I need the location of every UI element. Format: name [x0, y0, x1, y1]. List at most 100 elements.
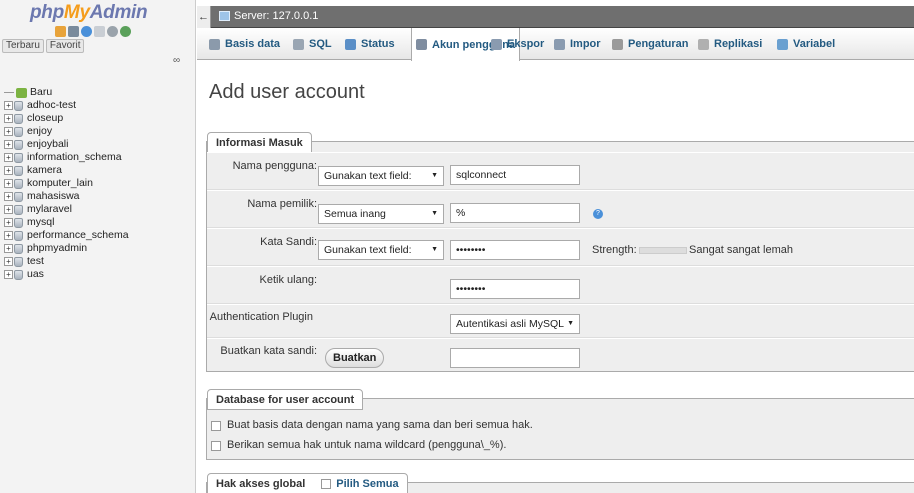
auth-plugin-select[interactable]: Autentikasi asli MySQL ▼: [450, 314, 580, 334]
tree-item-mahasiswa[interactable]: + mahasiswa: [4, 190, 129, 203]
tree-item-label[interactable]: closeup: [27, 112, 63, 125]
tree-item-information_schema[interactable]: + information_schema: [4, 151, 129, 164]
create-database-label[interactable]: Buat basis data dengan nama yang sama da…: [227, 419, 533, 431]
export-icon: [491, 38, 502, 50]
phpmyadmin-logo[interactable]: phpMyAdmin: [30, 2, 148, 24]
tab-label: Replikasi: [714, 38, 763, 50]
status-icon: [345, 38, 356, 50]
navigation-sidebar: phpMyAdmin Terbaru Favorit ∞ Baru + adhoc…: [0, 0, 196, 493]
auth-plugin-row: Authentication Plugin Autentikasi asli M…: [207, 304, 914, 338]
tree-item-komputer_lain[interactable]: + komputer_lain: [4, 177, 129, 190]
tab-replikasi[interactable]: Replikasi: [694, 28, 766, 60]
database-icon: [14, 269, 23, 280]
expand-icon[interactable]: +: [4, 205, 13, 214]
expand-icon[interactable]: +: [4, 257, 13, 266]
help-icon[interactable]: ?: [593, 209, 603, 219]
tree-item-phpmyadmin[interactable]: + phpmyadmin: [4, 242, 129, 255]
tab-recent[interactable]: Terbaru: [2, 39, 44, 53]
username-type-select[interactable]: Gunakan text field: ▼: [318, 166, 444, 186]
reload-icon[interactable]: [120, 26, 131, 37]
expand-icon[interactable]: +: [4, 244, 13, 253]
expand-icon[interactable]: +: [4, 179, 13, 188]
logout-icon[interactable]: [68, 26, 79, 37]
home-icon[interactable]: [55, 26, 66, 37]
generated-password-input[interactable]: [450, 348, 580, 368]
password-input[interactable]: ••••••••: [450, 240, 580, 260]
tree-item-label[interactable]: kamera: [27, 164, 62, 177]
expand-icon[interactable]: +: [4, 114, 13, 123]
expand-icon[interactable]: +: [4, 127, 13, 136]
generate-password-button[interactable]: Buatkan: [325, 348, 385, 368]
tree-item-label[interactable]: uas: [27, 268, 44, 281]
strength-meter: [639, 247, 687, 254]
database-icon: [14, 256, 23, 267]
server-breadcrumb[interactable]: Server: 127.0.0.1: [219, 10, 318, 22]
tree-item-label[interactable]: mahasiswa: [27, 190, 80, 203]
tab-status[interactable]: Status: [341, 28, 399, 60]
wildcard-privileges-label[interactable]: Berikan semua hak untuk nama wildcard (p…: [227, 439, 506, 451]
tree-item-label[interactable]: performance_schema: [27, 229, 129, 242]
tree-line: [4, 92, 14, 93]
tab-label: Status: [361, 38, 395, 50]
tab-variabel[interactable]: Variabel: [773, 28, 839, 60]
new-database-icon: [16, 87, 27, 98]
docs-icon[interactable]: [94, 26, 105, 37]
tree-item-kamera[interactable]: + kamera: [4, 164, 129, 177]
host-input[interactable]: %: [450, 203, 580, 223]
tab-sql[interactable]: SQL: [289, 28, 336, 60]
link-icon[interactable]: ∞: [173, 55, 180, 66]
tree-item-adhoc-test[interactable]: + adhoc-test: [4, 99, 129, 112]
main-content: Add user account Informasi Masuk Nama pe…: [197, 61, 914, 493]
tree-item-label[interactable]: mysql: [27, 216, 54, 229]
select-all-checkbox[interactable]: [321, 478, 332, 489]
password-type-select[interactable]: Gunakan text field: ▼: [318, 240, 444, 260]
username-row: Nama pengguna: Gunakan text field: ▼ sqlc…: [207, 152, 914, 190]
tab-label: SQL: [309, 38, 332, 50]
select-all[interactable]: Pilih Semua: [321, 474, 399, 493]
retype-password-input[interactable]: ••••••••: [450, 279, 580, 299]
tree-item-enjoy[interactable]: + enjoy: [4, 125, 129, 138]
host-select[interactable]: Semua inang ▼: [318, 204, 444, 224]
tree-item-label[interactable]: adhoc-test: [27, 99, 76, 112]
tab-favorite[interactable]: Favorit: [45, 39, 85, 53]
settings-icon[interactable]: [107, 26, 118, 37]
expand-icon[interactable]: +: [4, 218, 13, 227]
tree-item-label[interactable]: mylaravel: [27, 203, 72, 216]
quick-icons: [55, 26, 131, 37]
select-all-label[interactable]: Pilih Semua: [336, 474, 398, 493]
tree-item-label[interactable]: phpmyadmin: [27, 242, 87, 255]
tab-pengaturan[interactable]: Pengaturan: [608, 28, 693, 60]
expand-icon[interactable]: +: [4, 166, 13, 175]
expand-icon[interactable]: +: [4, 101, 13, 110]
wildcard-privileges-checkbox[interactable]: [211, 441, 221, 451]
collapse-sidebar-button[interactable]: ←: [197, 6, 211, 28]
tree-item-uas[interactable]: + uas: [4, 268, 129, 281]
create-database-checkbox[interactable]: [211, 421, 221, 431]
expand-icon[interactable]: +: [4, 270, 13, 279]
tree-item-mylaravel[interactable]: + mylaravel: [4, 203, 129, 216]
tab-basis-data[interactable]: Basis data: [205, 28, 284, 60]
expand-icon[interactable]: +: [4, 153, 13, 162]
expand-icon[interactable]: +: [4, 140, 13, 149]
database-icon: [14, 243, 23, 254]
tree-item-label[interactable]: test: [27, 255, 44, 268]
expand-icon[interactable]: +: [4, 231, 13, 240]
tab-impor[interactable]: Impor: [550, 28, 605, 60]
tree-item-closeup[interactable]: + closeup: [4, 112, 129, 125]
tree-item-performance_schema[interactable]: + performance_schema: [4, 229, 129, 242]
expand-icon[interactable]: +: [4, 192, 13, 201]
tree-item-label[interactable]: enjoybali: [27, 138, 68, 151]
tree-item-new[interactable]: Baru: [4, 86, 129, 99]
tree-item-mysql[interactable]: + mysql: [4, 216, 129, 229]
tree-item-label[interactable]: komputer_lain: [27, 177, 93, 190]
username-input[interactable]: sqlconnect: [450, 165, 580, 185]
tab-ekspor[interactable]: Ekspor: [487, 28, 548, 60]
help-icon[interactable]: [81, 26, 92, 37]
tree-item-label[interactable]: enjoy: [27, 125, 52, 138]
database-icon: [14, 178, 23, 189]
tree-item-test[interactable]: + test: [4, 255, 129, 268]
retype-row: Ketik ulang: ••••••••: [207, 266, 914, 304]
host-label: Nama pemilik:: [247, 198, 317, 210]
tree-item-enjoybali[interactable]: + enjoybali: [4, 138, 129, 151]
tree-item-label[interactable]: information_schema: [27, 151, 122, 164]
